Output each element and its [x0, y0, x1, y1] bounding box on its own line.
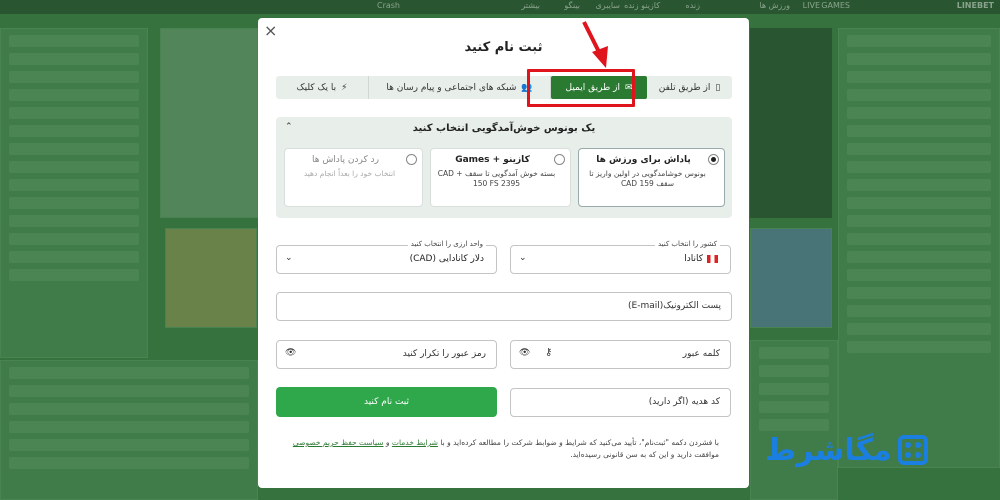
- red-arrow-annotation: [582, 21, 608, 68]
- radio-button[interactable]: [708, 154, 719, 165]
- password-repeat-field[interactable]: رمز عبور را تکرار کنید 👁: [276, 340, 497, 369]
- tab-label: با یک کلیک: [296, 82, 337, 93]
- promo-placeholder: کد هدیه (اگر دارید): [648, 397, 720, 407]
- country-value: کانادا: [684, 254, 718, 264]
- bonus-option-title: رد کردن پاداش ها: [311, 155, 380, 165]
- registration-modal: × ثبت نام کنید ▯ از طریق تلفن ✉ از طریق …: [258, 18, 749, 488]
- bonus-option-casino[interactable]: کازینو + Games بسته خوش آمدگویی تا سقف C…: [430, 148, 571, 207]
- radio-button[interactable]: [406, 154, 417, 165]
- radio-button[interactable]: [554, 154, 565, 165]
- canada-flag-icon: [707, 254, 718, 263]
- key-icon[interactable]: ⚷: [545, 347, 552, 358]
- email-placeholder: پست الکترونیک(E-mail): [628, 301, 721, 311]
- bonus-option-title: پاداش برای ورزش ها: [596, 155, 691, 165]
- chevron-down-icon: ⌄: [519, 253, 527, 263]
- modal-title: ثبت نام کنید: [464, 40, 543, 55]
- tab-label: شبکه های اجتماعی و پیام رسان ها: [386, 82, 517, 93]
- terms-text: با فشردن دکمه "ثبت‌نام"، تأیید می‌کنید ک…: [292, 438, 719, 459]
- tab-label: از طریق تلفن: [658, 82, 711, 93]
- password-field[interactable]: کلمه عبور ⚷ 👁: [510, 340, 731, 369]
- promo-code-field[interactable]: کد هدیه (اگر دارید): [510, 388, 731, 417]
- chevron-down-icon: ⌄: [285, 253, 293, 263]
- tab-social[interactable]: 👥 شبکه های اجتماعی و پیام رسان ها: [368, 76, 551, 99]
- currency-value: دلار کانادایی (CAD): [409, 254, 484, 264]
- currency-select[interactable]: واحد ارزی را انتخاب کنید دلار کانادایی (…: [276, 240, 497, 274]
- phone-icon: ▯: [715, 82, 721, 93]
- tab-phone[interactable]: ▯ از طریق تلفن: [647, 76, 732, 99]
- eye-slash-icon[interactable]: 👁: [519, 348, 530, 358]
- chevron-up-icon[interactable]: ⌃: [285, 122, 293, 132]
- watermark-text: مگاشرط: [765, 432, 892, 468]
- red-highlight-box: [527, 69, 635, 107]
- tab-one-click[interactable]: ⚡ با یک کلیک: [276, 76, 368, 99]
- bonus-title: یک بونوس خوش‌آمدگویی انتخاب کنید: [412, 123, 596, 134]
- bonus-section: یک بونوس خوش‌آمدگویی انتخاب کنید ⌃ پاداش…: [276, 117, 732, 218]
- bonus-option-desc: انتخاب خود را بعداً انجام دهید: [303, 169, 396, 178]
- password-placeholder: کلمه عبور: [682, 349, 720, 359]
- email-field[interactable]: پست الکترونیک(E-mail): [276, 292, 732, 321]
- bonus-option-skip[interactable]: رد کردن پاداش ها انتخاب خود را بعداً انج…: [284, 148, 423, 207]
- privacy-policy-link[interactable]: سیاست حفظ حریم خصوصی: [293, 438, 384, 447]
- terms-of-service-link[interactable]: شرایط خدمات: [392, 438, 438, 447]
- close-icon[interactable]: ×: [264, 21, 277, 40]
- lightning-icon: ⚡: [341, 82, 348, 93]
- register-button[interactable]: ثبت نام کنید: [276, 387, 497, 417]
- watermark-logo: مگاشرط: [765, 425, 928, 475]
- eye-slash-icon[interactable]: 👁: [285, 348, 296, 358]
- bonus-option-title: کازینو + Games: [455, 155, 530, 165]
- registration-method-tabs: ▯ از طریق تلفن ✉ از طریق ایمیل 👥 شبکه ها…: [276, 76, 732, 99]
- password-repeat-placeholder: رمز عبور را تکرار کنید: [402, 349, 486, 359]
- bonus-option-sports[interactable]: پاداش برای ورزش ها بونوس خوشامدگویی در ا…: [578, 148, 725, 207]
- country-label: کشور را انتخاب کنید: [654, 240, 720, 248]
- bonus-option-desc: بونوس خوشامدگویی در اولین واریز تا سقف 1…: [589, 169, 706, 188]
- country-select[interactable]: کشور را انتخاب کنید کانادا ⌄: [510, 240, 731, 274]
- dice-icon: [897, 435, 928, 465]
- currency-label: واحد ارزی را انتخاب کنید: [407, 240, 486, 248]
- bonus-option-desc: بسته خوش آمدگویی تا سقف CAD + 150 FS 239…: [437, 169, 556, 188]
